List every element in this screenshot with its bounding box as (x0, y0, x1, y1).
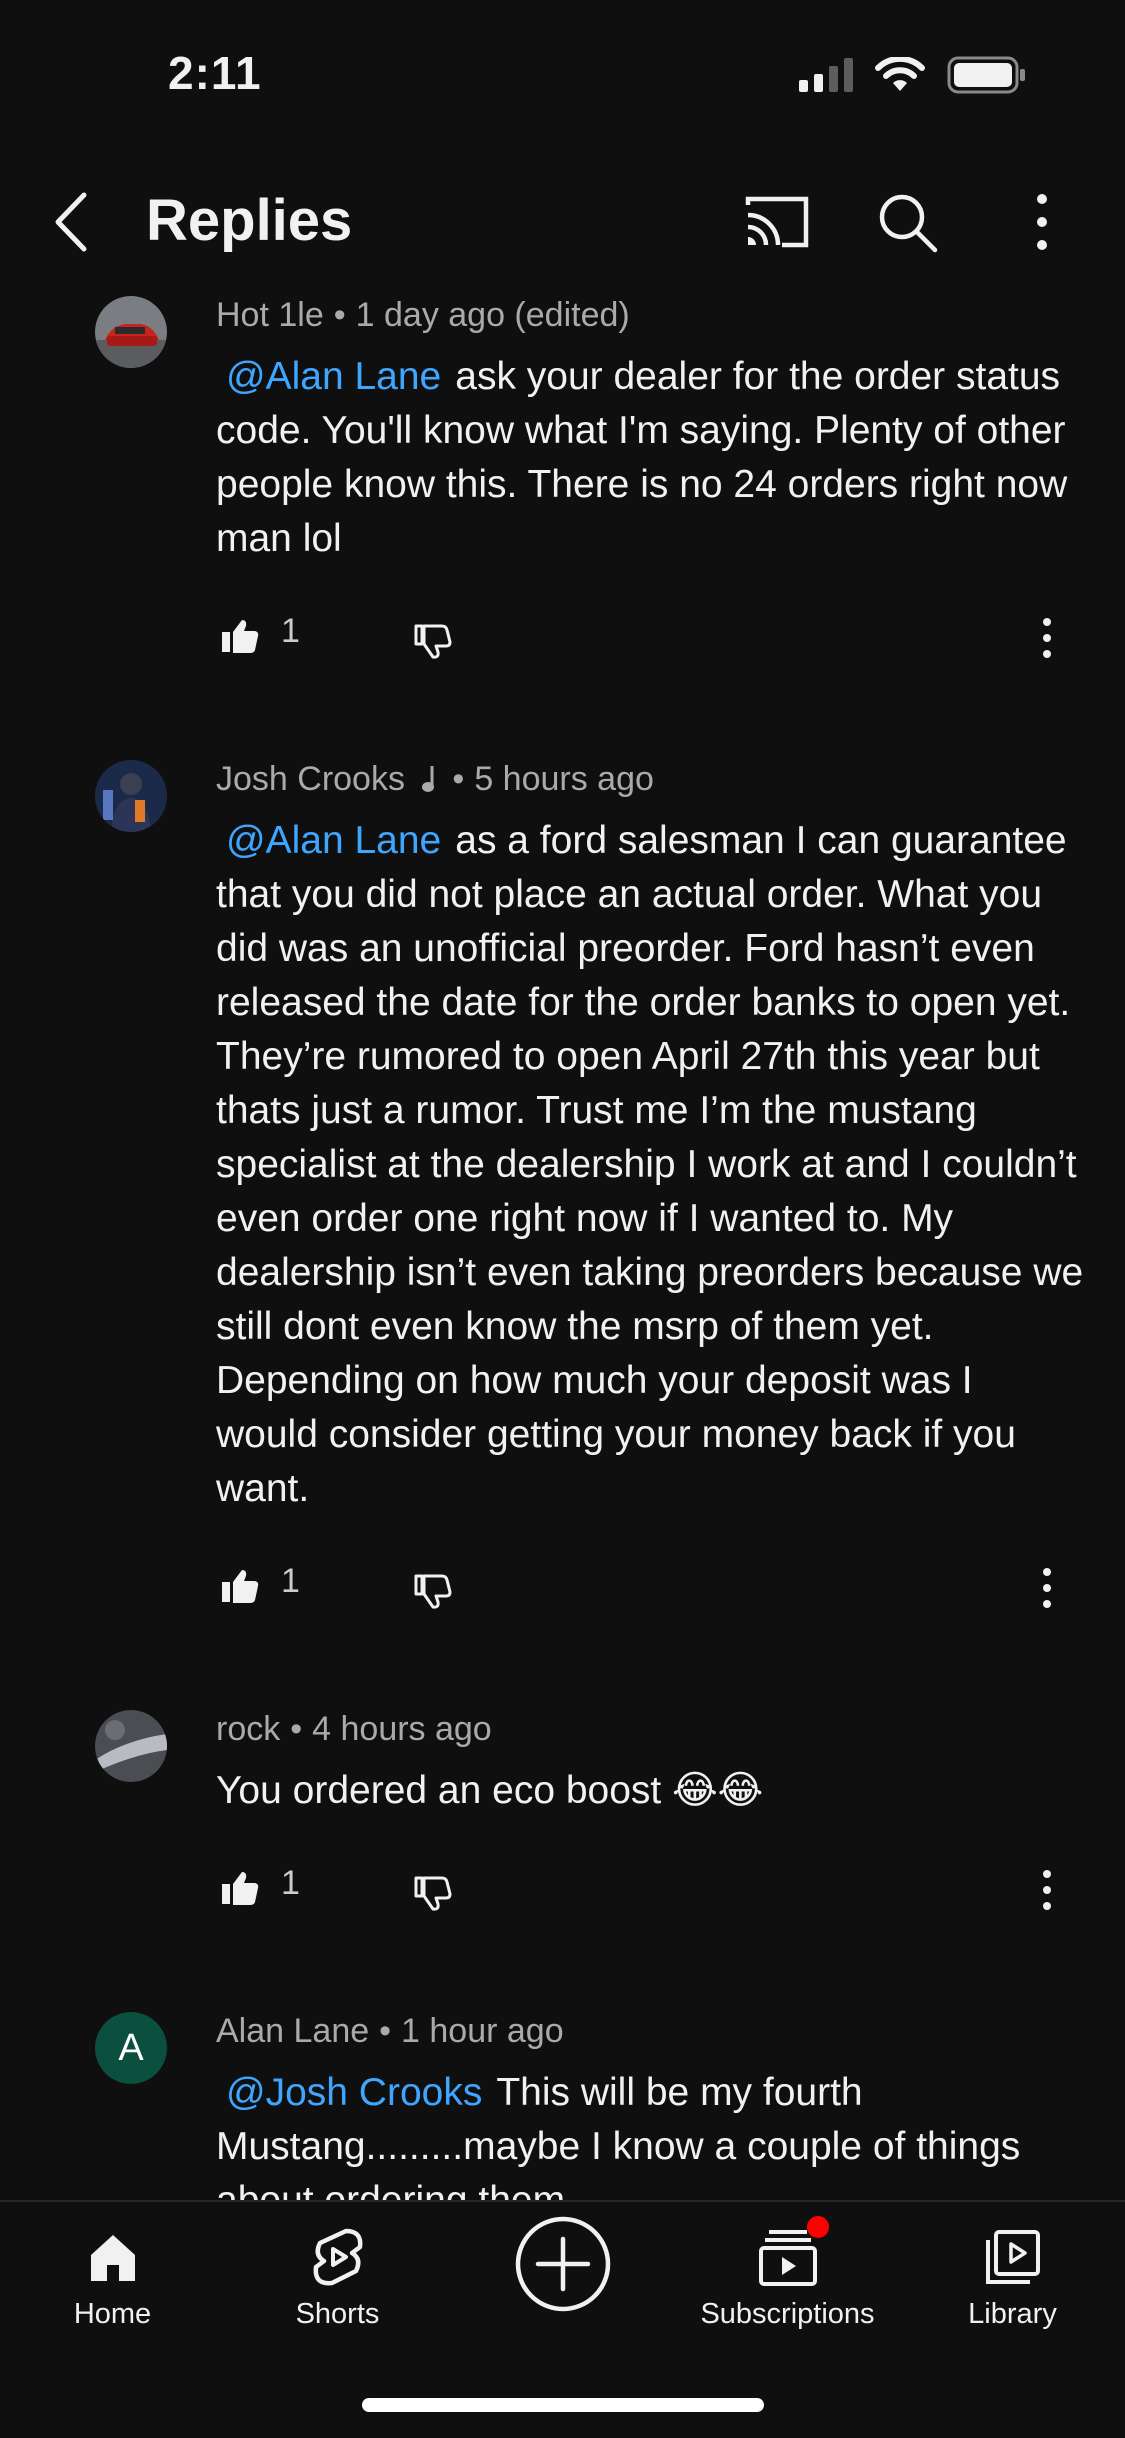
cast-icon[interactable] (742, 187, 812, 257)
avatar[interactable]: A (95, 2012, 167, 2084)
wifi-icon (875, 57, 925, 91)
comment-item: A Alan Lane • 1 hour ago @Josh Crooks This … (0, 2006, 1125, 2200)
music-note-icon (422, 766, 435, 792)
status-icons (799, 56, 1027, 94)
replies-list: Hot 1le • 1 day ago (edited) @Alan Lane ask… (0, 290, 1125, 2200)
comment-text: You ordered an eco boost 😂😂 (216, 1764, 1085, 1818)
comment-text: @Alan Lane ask your dealer for the order … (216, 350, 1085, 566)
comment-author[interactable]: Josh Crooks (216, 760, 405, 798)
comment-item: Hot 1le • 1 day ago (edited) @Alan Lane ask… (0, 290, 1125, 696)
comment-text: @Josh Crooks This will be my fourth Musta… (216, 2066, 1085, 2200)
like-count: 1 (281, 1562, 300, 1600)
comment-more-icon[interactable] (1039, 614, 1055, 662)
home-icon (90, 2235, 135, 2281)
avatar-letter: A (118, 2026, 144, 2069)
page-title: Replies (146, 188, 353, 253)
comment-actions: 1 (216, 1556, 1085, 1646)
like-count: 1 (281, 612, 300, 650)
comment-time: 1 hour ago (401, 2012, 564, 2050)
car-avatar-image (95, 296, 167, 368)
nav-subscriptions[interactable]: Subscriptions (675, 2216, 900, 2331)
like-icon[interactable] (220, 1566, 260, 1606)
back-arrow-icon[interactable] (48, 189, 98, 255)
create-icon (515, 2216, 610, 2312)
comment-meta: Josh Crooks • 5 hours ago (216, 760, 654, 798)
like-icon[interactable] (220, 1868, 260, 1908)
person-avatar-image (95, 760, 167, 832)
comment-time: 5 hours ago (474, 760, 654, 798)
nav-library-label: Library (968, 2298, 1057, 2330)
nav-shorts-label: Shorts (295, 2298, 380, 2330)
comment-time: 1 day ago (edited) (355, 296, 630, 334)
comment-meta: Hot 1le • 1 day ago (edited) (216, 296, 630, 334)
nav-library[interactable]: Library (900, 2222, 1125, 2331)
comment-author[interactable]: Hot 1le (216, 296, 324, 334)
comment-meta: Alan Lane • 1 hour ago (216, 2012, 564, 2050)
like-count: 1 (281, 1864, 300, 1902)
comment-body: as a ford salesman I can guarantee that … (216, 819, 1084, 1510)
notification-dot (807, 2216, 829, 2238)
dislike-icon[interactable] (412, 620, 452, 660)
comment-more-icon[interactable] (1039, 1866, 1055, 1914)
comment-item: Josh Crooks • 5 hours ago @Alan Lane as a … (0, 754, 1125, 1646)
cellular-signal-icon (799, 58, 853, 92)
mention-link[interactable]: @Alan Lane (226, 819, 441, 862)
status-bar: 2:11 (0, 0, 1125, 150)
home-indicator[interactable] (362, 2398, 764, 2412)
shorts-icon (313, 2228, 362, 2286)
more-vert-icon[interactable] (1007, 187, 1077, 257)
rock-avatar-image (95, 1710, 167, 1782)
comment-body: You ordered an eco boost 😂😂 (216, 1769, 764, 1812)
avatar[interactable] (95, 296, 167, 368)
nav-shorts[interactable]: Shorts (225, 2222, 450, 2331)
nav-home[interactable]: Home (0, 2222, 225, 2331)
comment-actions: 1 (216, 606, 1085, 696)
dislike-icon[interactable] (412, 1570, 452, 1610)
comment-more-icon[interactable] (1039, 1564, 1055, 1612)
comment-text: @Alan Lane as a ford salesman I can guara… (216, 814, 1085, 1516)
comment-actions: 1 (216, 1858, 1085, 1948)
battery-icon (947, 56, 1025, 94)
like-icon[interactable] (220, 616, 260, 656)
mention-link[interactable]: @Josh Crooks (226, 2071, 482, 2114)
nav-subscriptions-label: Subscriptions (700, 2298, 875, 2330)
comment-author[interactable]: Alan Lane (216, 2012, 369, 2050)
avatar[interactable] (95, 760, 167, 832)
mention-link[interactable]: @Alan Lane (226, 355, 441, 398)
nav-home-label: Home (73, 2298, 152, 2330)
avatar[interactable] (95, 1710, 167, 1782)
comment-item: rock • 4 hours ago You ordered an eco boos… (0, 1704, 1125, 1948)
comment-time: 4 hours ago (312, 1710, 492, 1748)
status-time: 2:11 (168, 47, 262, 99)
nav-create[interactable] (450, 2214, 675, 2314)
dislike-icon[interactable] (412, 1872, 452, 1912)
comment-meta: rock • 4 hours ago (216, 1710, 492, 1748)
search-icon[interactable] (872, 187, 942, 257)
comment-author[interactable]: rock (216, 1710, 280, 1748)
app-bar: Replies (0, 175, 1125, 265)
library-icon (985, 2230, 1040, 2284)
